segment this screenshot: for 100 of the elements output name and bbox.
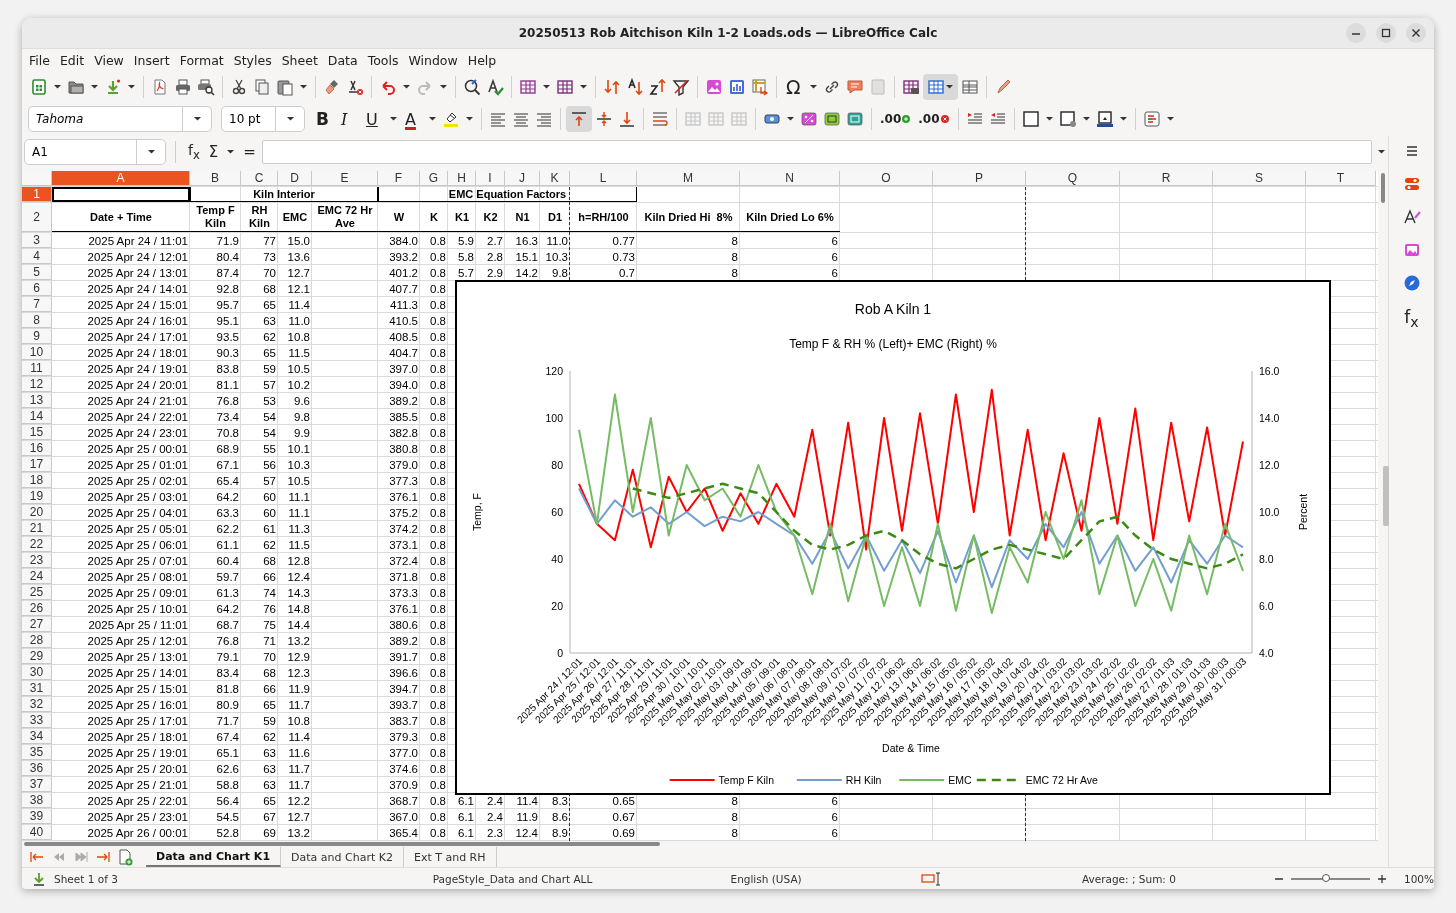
column-header[interactable]: Q [1026, 171, 1120, 187]
highlighter-icon[interactable] [442, 110, 460, 128]
align-right-icon[interactable] [535, 110, 553, 128]
print-preview-icon[interactable] [197, 78, 215, 96]
column-header[interactable]: D [278, 171, 312, 187]
row-header[interactable]: 9 [22, 329, 52, 345]
row-header[interactable]: 30 [22, 665, 52, 681]
column-header[interactable]: T [1306, 171, 1376, 187]
conditional-format-icon[interactable] [1142, 110, 1161, 128]
menu-item[interactable]: Format [174, 51, 229, 70]
bold-button[interactable]: B [312, 106, 336, 132]
font-color-button[interactable]: A [401, 106, 425, 132]
row-header[interactable]: 8 [22, 313, 52, 329]
brush-letter-icon[interactable] [1402, 208, 1421, 226]
sliders-icon[interactable] [1402, 175, 1421, 193]
column-header[interactable]: H [448, 171, 476, 187]
underline-button[interactable]: U [362, 106, 386, 132]
cell-cursor[interactable] [52, 187, 190, 203]
folder-icon[interactable] [67, 78, 85, 96]
column-header[interactable]: O [840, 171, 933, 187]
row-header[interactable]: 18 [22, 473, 52, 489]
row-header[interactable]: 11 [22, 361, 52, 377]
sheet-tab[interactable]: Ext T and RH [403, 847, 497, 867]
comment-icon[interactable] [846, 78, 864, 96]
printer-icon[interactable] [174, 78, 192, 96]
pivot-table-icon[interactable] [751, 78, 769, 96]
row-header[interactable]: 17 [22, 457, 52, 473]
row-header[interactable]: 21 [22, 521, 52, 537]
link-icon[interactable] [823, 78, 841, 96]
scissors-icon[interactable] [230, 78, 248, 96]
row-header[interactable]: 23 [22, 553, 52, 569]
zoom-in-icon[interactable] [1376, 872, 1388, 885]
scrollbar[interactable] [24, 842, 660, 847]
maximize-button[interactable] [1376, 23, 1396, 43]
freeze-button[interactable] [923, 74, 958, 100]
compass-icon[interactable] [1402, 274, 1421, 292]
row-header[interactable]: 14 [22, 409, 52, 425]
copy-icon[interactable] [253, 78, 271, 96]
sidebar-handle[interactable] [1383, 466, 1389, 526]
sort-arrows-icon[interactable] [603, 78, 621, 96]
column-header[interactable]: A [52, 171, 190, 187]
align-bottom-icon[interactable] [618, 110, 636, 128]
function-wizard-button[interactable]: f$_{x}$ [185, 141, 203, 162]
row-header[interactable]: 24 [22, 569, 52, 585]
font-size-field[interactable]: 10 pt [221, 106, 305, 132]
row-header[interactable]: 38 [22, 793, 52, 809]
wrap-text-icon[interactable] [651, 110, 669, 128]
close-button[interactable] [1406, 23, 1426, 43]
row-header[interactable]: 16 [22, 441, 52, 457]
row-header[interactable]: 27 [22, 617, 52, 633]
menu-item[interactable]: Data [322, 51, 363, 70]
row-header[interactable]: 19 [22, 489, 52, 505]
row-header[interactable]: 31 [22, 681, 52, 697]
column-header[interactable]: P [933, 171, 1026, 187]
merge-cells-icon[interactable] [684, 110, 702, 128]
row-header[interactable]: 3 [22, 233, 52, 249]
date-format-icon[interactable] [846, 110, 864, 128]
column-header[interactable]: F [378, 171, 420, 187]
row-header[interactable]: 22 [22, 537, 52, 553]
row-header[interactable]: 5 [22, 265, 52, 281]
row-header[interactable]: 40 [22, 825, 52, 841]
zoom-slider-thumb[interactable] [1322, 873, 1331, 882]
row-header[interactable]: 15 [22, 425, 52, 441]
row-header[interactable]: 32 [22, 697, 52, 713]
sort-up-icon[interactable] [649, 78, 667, 96]
row-header[interactable]: 13 [22, 393, 52, 409]
undo-icon[interactable] [379, 78, 397, 96]
pen-icon[interactable] [994, 78, 1012, 96]
table-icon[interactable] [927, 78, 945, 96]
unmerge-cells-icon[interactable] [730, 110, 748, 128]
image-icon[interactable] [705, 78, 723, 96]
sheet-tab[interactable]: Data and Chart K1 [146, 847, 282, 867]
row-header[interactable]: 7 [22, 297, 52, 313]
minimize-button[interactable] [1346, 23, 1366, 43]
column-header[interactable]: N [740, 171, 840, 187]
row-header[interactable]: 10 [22, 345, 52, 361]
name-box[interactable]: A1 [24, 138, 166, 165]
chart-frame[interactable] [455, 280, 1331, 796]
menu-item[interactable]: Sheet [276, 51, 323, 70]
row-grid-icon[interactable] [519, 78, 537, 96]
row-header[interactable]: 36 [22, 761, 52, 777]
column-header[interactable]: M [637, 171, 740, 187]
column-header[interactable]: B [190, 171, 241, 187]
column-grid-icon[interactable] [556, 78, 574, 96]
formula-input[interactable] [261, 139, 1372, 164]
row-header[interactable]: 20 [22, 505, 52, 521]
row-header[interactable]: 6 [22, 281, 52, 297]
column-header[interactable]: S [1213, 171, 1306, 187]
column-header[interactable]: G [420, 171, 448, 187]
column-header[interactable]: K [540, 171, 570, 187]
font-name-field[interactable]: Tahoma [28, 106, 212, 132]
spreadsheet-icon[interactable] [30, 78, 48, 96]
menu-item[interactable]: View [89, 51, 129, 70]
add-decimal-button[interactable]: .00 [877, 106, 915, 132]
align-center-icon[interactable] [512, 110, 530, 128]
sort-down-icon[interactable] [626, 78, 644, 96]
filter-icon[interactable] [672, 78, 690, 96]
column-header[interactable]: R [1120, 171, 1213, 187]
column-header[interactable]: E [312, 171, 378, 187]
menu-item[interactable]: Tools [362, 51, 404, 70]
